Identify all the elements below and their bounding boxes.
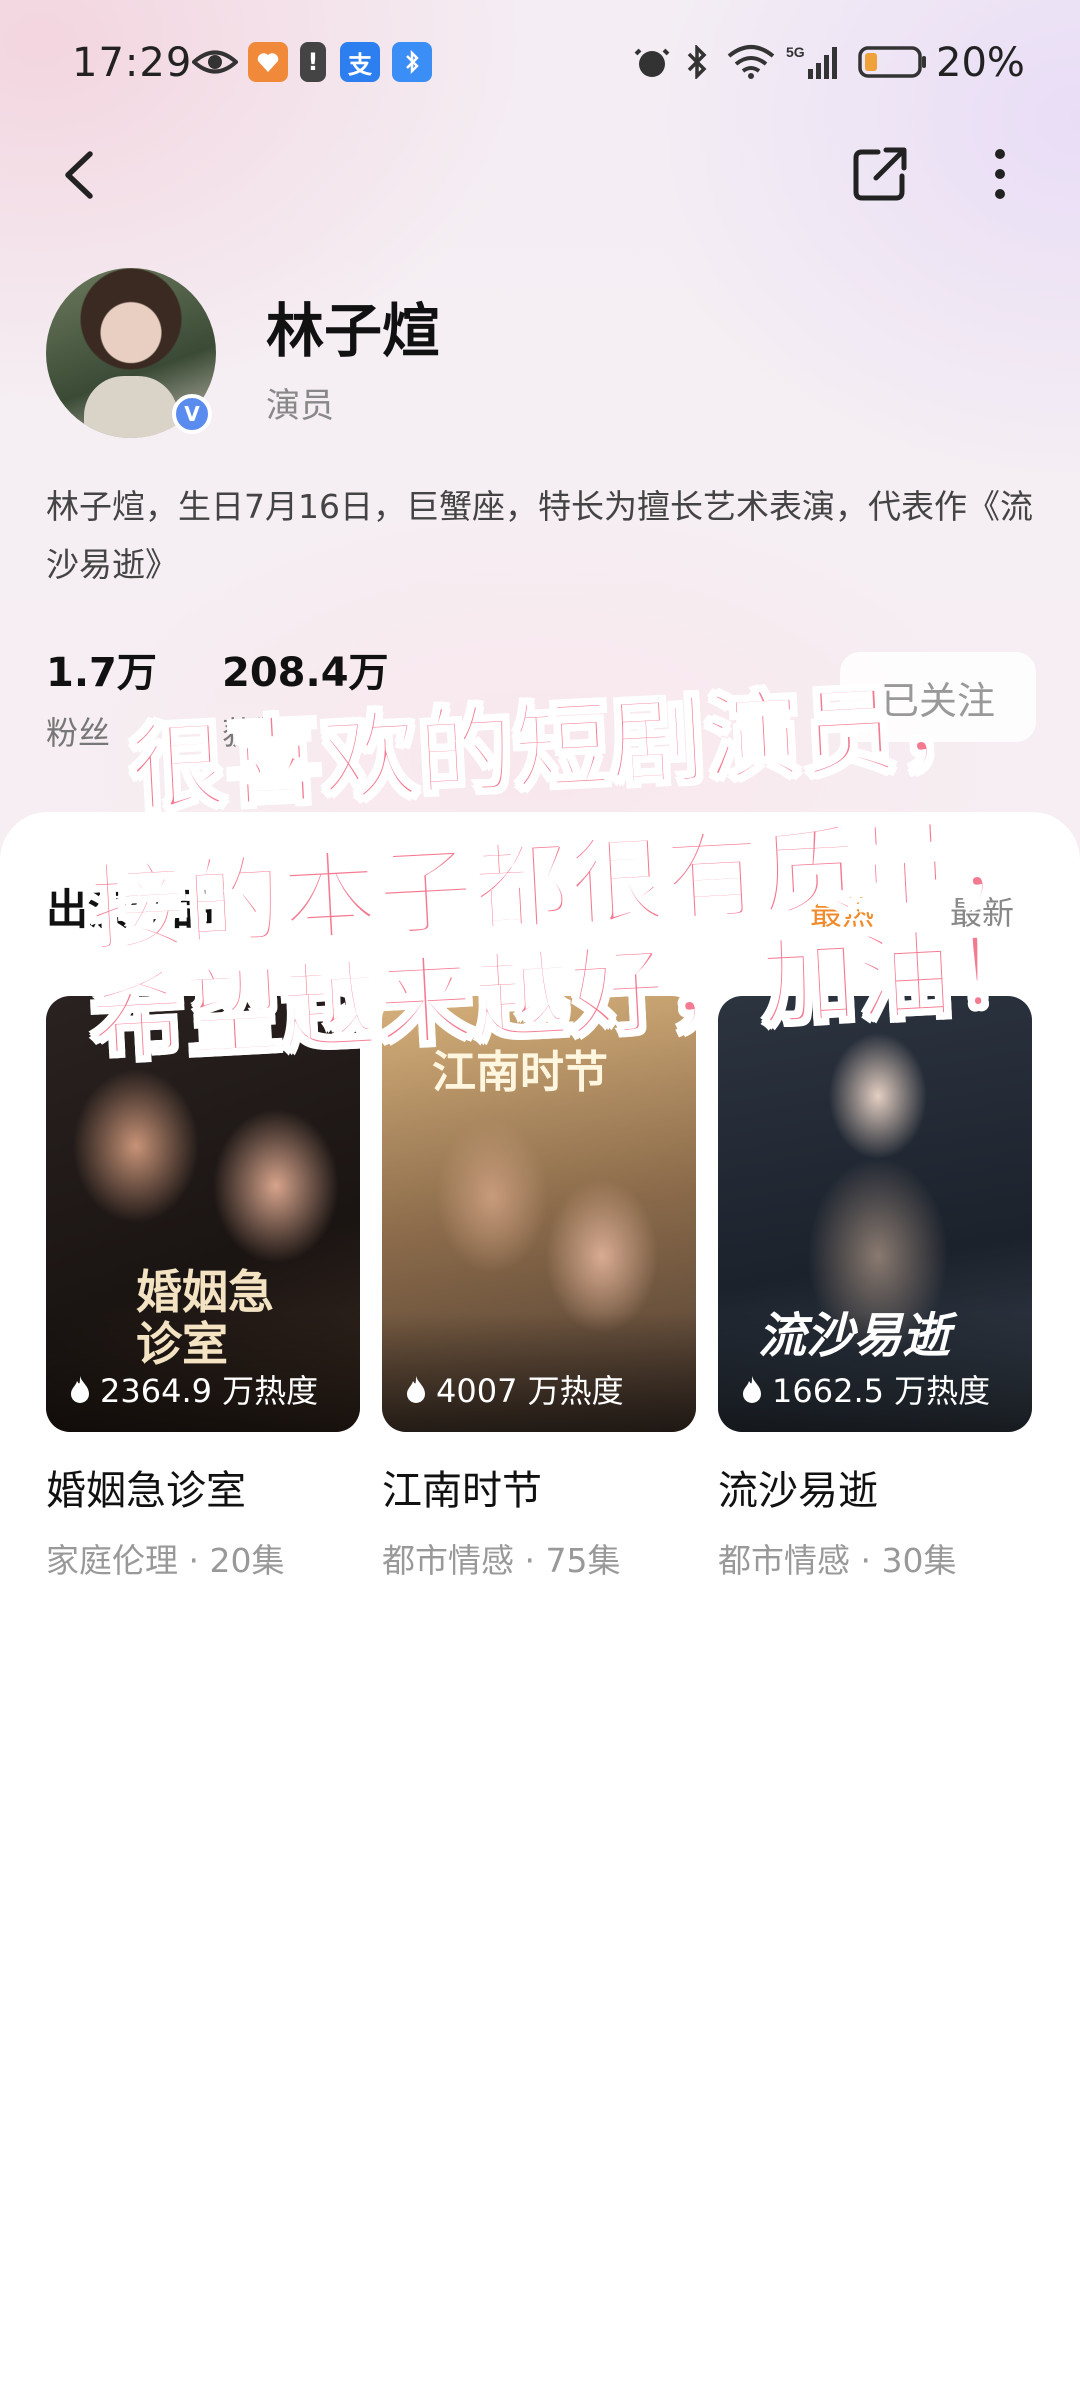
poster-title: 流沙易逝 xyxy=(758,1308,951,1364)
alert-icon: ! xyxy=(300,42,326,82)
eye-icon xyxy=(192,42,238,82)
drama-meta: 都市情感 · 30集 xyxy=(718,1541,957,1580)
heat-value: 4007 万热度 xyxy=(436,1372,624,1410)
flame-icon xyxy=(743,1376,761,1403)
heat-value: 2364.9 万热度 xyxy=(100,1372,319,1410)
actor-name: 林子煊 xyxy=(266,297,441,365)
drama-title: 婚姻急诊室 xyxy=(46,1468,246,1514)
actor-bio: 林子煊，生日7月16日，巨蟹座，特长为擅长艺术表演，代表作《流沙易逝》 xyxy=(46,487,1033,584)
status-bar: 17:29 ! 支 5G 20% xyxy=(0,0,1080,130)
heat-value: 1662.5 万热度 xyxy=(772,1372,991,1410)
drama-card[interactable]: 流沙易逝 1662.5 万热度 流沙易逝 都市情感 · 30集 xyxy=(718,996,1032,1582)
likes-count: 208.4万 xyxy=(222,650,389,696)
drama-card[interactable]: 江南时节 4007 万热度 江南时节 都市情感 · 75集 xyxy=(382,996,696,1582)
verified-badge: V xyxy=(172,394,212,434)
drama-meta: 家庭伦理 · 20集 xyxy=(46,1541,285,1580)
wifi-icon xyxy=(724,42,778,82)
bluetooth-app-icon xyxy=(392,42,432,82)
alarm-icon xyxy=(632,42,672,82)
more-vertical-icon xyxy=(995,149,1005,199)
drama-title: 流沙易逝 xyxy=(718,1468,878,1514)
flame-icon xyxy=(71,1376,89,1403)
heat-badge: 4007 万热度 xyxy=(404,1366,624,1412)
drama-title: 江南时节 xyxy=(382,1468,542,1514)
bluetooth-icon xyxy=(682,42,712,82)
actor-role: 演员 xyxy=(266,386,334,426)
battery-percent: 20% xyxy=(936,40,1025,86)
flame-icon xyxy=(407,1376,425,1403)
svg-text:5G: 5G xyxy=(786,44,805,60)
battery-icon xyxy=(858,42,928,82)
drama-meta: 都市情感 · 75集 xyxy=(382,1541,621,1580)
alipay-icon: 支 xyxy=(340,42,380,82)
heart-app-icon xyxy=(248,42,288,82)
back-button[interactable] xyxy=(50,140,110,210)
heat-badge: 2364.9 万热度 xyxy=(68,1366,318,1412)
drama-card[interactable]: 婚姻急诊室 2364.9 万热度 婚姻急诊室 家庭伦理 · 20集 xyxy=(46,996,360,1582)
status-time: 17:29 xyxy=(72,40,193,86)
share-icon xyxy=(853,147,907,201)
poster-title: 婚姻急诊室 xyxy=(136,1265,274,1371)
fans-count: 1.7万 xyxy=(46,650,157,696)
overlay-caption: 很喜欢的短剧演员， 接的本子都很有质量， 希望越来越好，加油！ xyxy=(60,667,1054,1077)
share-button[interactable] xyxy=(848,142,912,206)
chevron-left-icon xyxy=(65,151,93,199)
signal-5g-icon: 5G xyxy=(786,42,842,82)
more-options-button[interactable] xyxy=(980,142,1020,206)
heat-badge: 1662.5 万热度 xyxy=(740,1366,990,1412)
